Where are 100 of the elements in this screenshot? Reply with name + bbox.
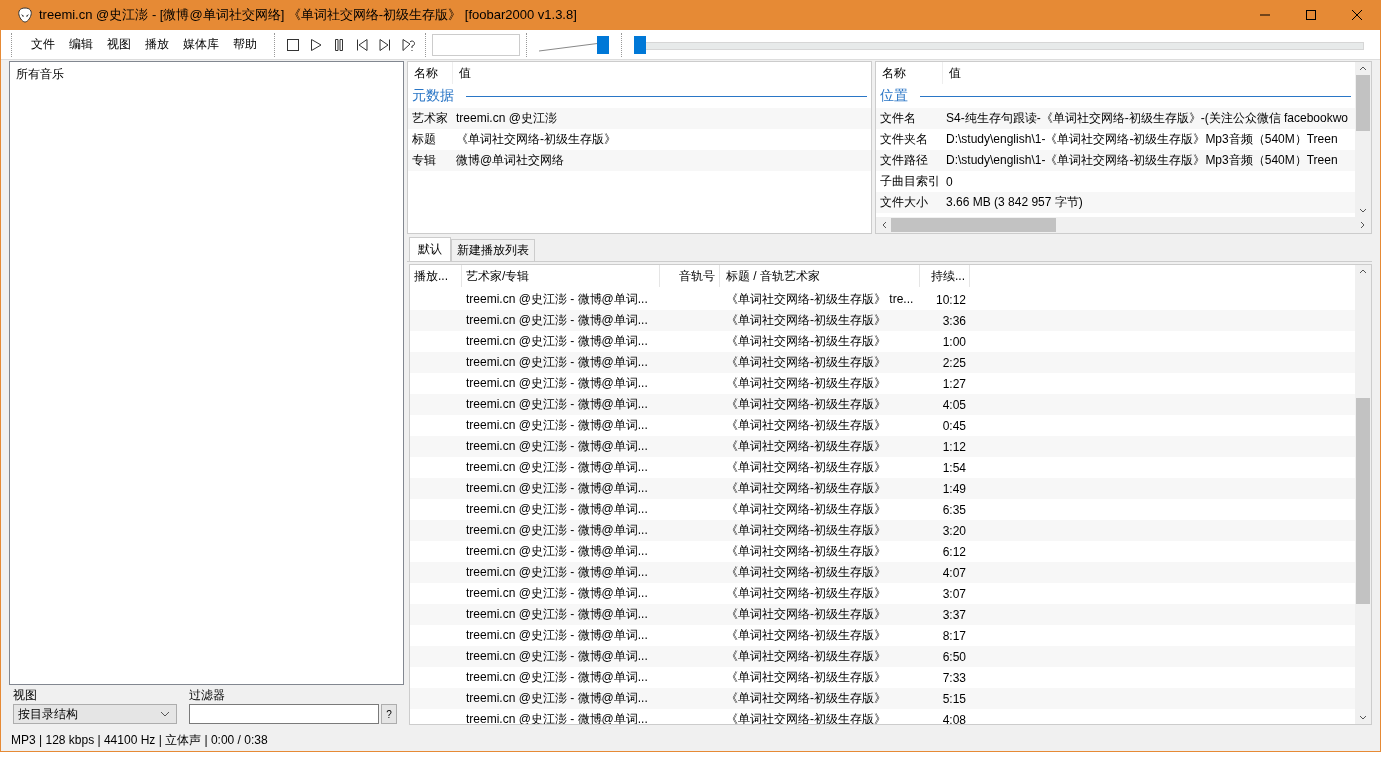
duration-cell-text: 6:12: [941, 544, 967, 559]
property-name: 文件大小: [879, 194, 929, 211]
playlist-row[interactable]: treemi.cn @史江澎 - 微博@单词... 《单词社交网络-初级生存版》 2:25: [410, 352, 1355, 373]
menu-item[interactable]: 媒体库: [176, 36, 226, 53]
scroll-down-icon[interactable]: [1359, 208, 1367, 213]
property-value: treemi.cn @史江澎: [455, 110, 557, 127]
playlist-row[interactable]: treemi.cn @史江澎 - 微博@单词... 《单词社交网络-初级生存版》 7:33: [410, 667, 1355, 688]
playlist-row[interactable]: treemi.cn @史江澎 - 微博@单词... 《单词社交网络-初级生存版》 1:00: [410, 331, 1355, 352]
close-icon: [1352, 10, 1362, 20]
menu-item[interactable]: 编辑: [62, 36, 100, 53]
artist-cell-text: treemi.cn @史江澎 - 微博@单词...: [465, 606, 649, 623]
artist-cell-text: treemi.cn @史江澎 - 微博@单词...: [465, 354, 649, 371]
title-cell-text: 《单词社交网络-初级生存版》: [725, 522, 887, 539]
title-cell-text: 《单词社交网络-初级生存版》: [725, 606, 887, 623]
playlist-row[interactable]: treemi.cn @史江澎 - 微博@单词... 《单词社交网络-初级生存版》 1:12: [410, 436, 1355, 457]
column-header[interactable]: 值: [943, 62, 961, 84]
playlist-row[interactable]: treemi.cn @史江澎 - 微博@单词... 《单词社交网络-初级生存版》 0:45: [410, 415, 1355, 436]
playlist-row[interactable]: treemi.cn @史江澎 - 微博@单词... 《单词社交网络-初级生存版》 1:49: [410, 478, 1355, 499]
column-header[interactable]: 名称: [876, 62, 943, 84]
playlist-row[interactable]: treemi.cn @史江澎 - 微博@单词... 《单词社交网络-初级生存版》 3:36: [410, 310, 1355, 331]
column-header[interactable]: 值: [453, 62, 471, 84]
artist-cell-text: treemi.cn @史江澎 - 微博@单词...: [465, 648, 649, 665]
scroll-left-icon[interactable]: [882, 221, 887, 229]
prev-icon: [354, 37, 369, 52]
duration-cell-text: 4:05: [941, 397, 967, 412]
vertical-scrollbar[interactable]: [1355, 62, 1371, 217]
duration-cell-text: 3:37: [941, 607, 967, 622]
artist-cell-text: treemi.cn @史江澎 - 微博@单词...: [465, 669, 649, 686]
column-header[interactable]: 标题 / 音轨艺术家: [720, 265, 920, 287]
property-name: 标题: [411, 131, 437, 148]
artist-cell-text: treemi.cn @史江澎 - 微博@单词...: [465, 627, 649, 644]
duration-cell-text: 5:15: [941, 691, 967, 706]
next-icon: [377, 37, 392, 52]
playlist-row[interactable]: treemi.cn @史江澎 - 微博@单词... 《单词社交网络-初级生存版》 3:37: [410, 604, 1355, 625]
title-cell-text: 《单词社交网络-初级生存版》: [725, 501, 887, 518]
playlist-row[interactable]: treemi.cn @史江澎 - 微博@单词... 《单词社交网络-初级生存版》 3:07: [410, 583, 1355, 604]
title-cell-text: 《单词社交网络-初级生存版》: [725, 480, 887, 497]
title-cell-text: 《单词社交网络-初级生存版》 tre...: [725, 291, 915, 308]
seek-slider[interactable]: [634, 35, 1364, 54]
maximize-icon: [1306, 10, 1316, 20]
view-dropdown[interactable]: 按目录结构: [13, 704, 177, 724]
duration-cell-text: 1:49: [941, 481, 967, 496]
title-cell-text: 《单词社交网络-初级生存版》: [725, 648, 887, 665]
menu-item[interactable]: 播放: [138, 36, 176, 53]
column-header[interactable]: 艺术家/专辑: [462, 265, 660, 287]
scroll-up-icon[interactable]: [1359, 269, 1367, 274]
play-icon: [308, 37, 323, 52]
column-header[interactable]: 音轨号: [660, 265, 720, 287]
column-header[interactable]: 播放...: [410, 265, 462, 287]
title-cell-text: 《单词社交网络-初级生存版》: [725, 417, 887, 434]
horizontal-scrollbar[interactable]: [876, 217, 1371, 233]
status-text: MP3 | 128 kbps | 44100 Hz | 立体声 | 0:00 / 0:38: [11, 731, 268, 749]
property-value: 3.66 MB (3 842 957 字节): [945, 194, 1083, 211]
playlist-row[interactable]: treemi.cn @史江澎 - 微博@单词... 《单词社交网络-初级生存版》 4:05: [410, 394, 1355, 415]
section-heading: 元数据: [412, 87, 454, 105]
tree-item[interactable]: 所有音乐: [16, 67, 64, 81]
artist-cell-text: treemi.cn @史江澎 - 微博@单词...: [465, 459, 649, 476]
menu-item[interactable]: 文件: [24, 36, 62, 53]
playlist-row[interactable]: treemi.cn @史江澎 - 微博@单词... 《单词社交网络-初级生存版》 6:35: [410, 499, 1355, 520]
playlist-row[interactable]: treemi.cn @史江澎 - 微博@单词... 《单词社交网络-初级生存版》 4:07: [410, 562, 1355, 583]
title-cell-text: 《单词社交网络-初级生存版》: [725, 375, 887, 392]
property-name: 文件夹名: [879, 131, 929, 148]
scroll-up-icon[interactable]: [1359, 66, 1367, 71]
title-cell-text: 《单词社交网络-初级生存版》: [725, 312, 887, 329]
property-value: 微博@单词社交网络: [455, 152, 565, 169]
playlist-row[interactable]: treemi.cn @史江澎 - 微博@单词... 《单词社交网络-初级生存版》 6:12: [410, 541, 1355, 562]
duration-cell-text: 1:12: [941, 439, 967, 454]
scroll-right-icon[interactable]: [1360, 221, 1365, 229]
playlist-row[interactable]: treemi.cn @史江澎 - 微博@单词... 《单词社交网络-初级生存版》 3:20: [410, 520, 1355, 541]
duration-cell-text: 2:25: [941, 355, 967, 370]
playlist-tab[interactable]: 默认: [409, 237, 451, 261]
title-cell-text: 《单词社交网络-初级生存版》: [725, 585, 887, 602]
title-cell-text: 《单词社交网络-初级生存版》: [725, 354, 887, 371]
duration-cell-text: 1:27: [941, 376, 967, 391]
duration-cell-text: 8:17: [941, 628, 967, 643]
duration-cell-text: 3:36: [941, 313, 967, 328]
playlist-row[interactable]: treemi.cn @史江澎 - 微博@单词... 《单词社交网络-初级生存版》 6:50: [410, 646, 1355, 667]
menu-item[interactable]: 视图: [100, 36, 138, 53]
help-button[interactable]: ?: [381, 704, 397, 724]
artist-cell-text: treemi.cn @史江澎 - 微博@单词...: [465, 291, 649, 308]
vertical-scrollbar[interactable]: [1355, 265, 1371, 724]
scroll-down-icon[interactable]: [1359, 715, 1367, 720]
title-cell-text: 《单词社交网络-初级生存版》: [725, 669, 887, 686]
filter-field[interactable]: [189, 704, 379, 724]
artist-cell-text: treemi.cn @史江澎 - 微博@单词...: [465, 333, 649, 350]
duration-cell-text: 0:45: [941, 418, 967, 433]
title-cell-text: 《单词社交网络-初级生存版》: [725, 690, 887, 707]
duration-cell-text: 3:20: [941, 523, 967, 538]
volume-slider[interactable]: [539, 35, 609, 54]
column-header[interactable]: 持续...: [920, 265, 970, 287]
playlist-row[interactable]: treemi.cn @史江澎 - 微博@单词... 《单词社交网络-初级生存版》 5:15: [410, 688, 1355, 709]
column-header[interactable]: 名称: [408, 62, 453, 84]
menu-item[interactable]: 帮助: [226, 36, 264, 53]
playlist-row[interactable]: treemi.cn @史江澎 - 微博@单词... 《单词社交网络-初级生存版》 tre... 10:12: [410, 289, 1355, 310]
chevron-down-icon: [160, 711, 170, 717]
artist-cell-text: treemi.cn @史江澎 - 微博@单词...: [465, 543, 649, 560]
playlist-row[interactable]: treemi.cn @史江澎 - 微博@单词... 《单词社交网络-初级生存版》 1:54: [410, 457, 1355, 478]
playlist-row[interactable]: treemi.cn @史江澎 - 微博@单词... 《单词社交网络-初级生存版》 1:27: [410, 373, 1355, 394]
playlist-row[interactable]: treemi.cn @史江澎 - 微博@单词... 《单词社交网络-初级生存版》 8:17: [410, 625, 1355, 646]
playlist-tab[interactable]: 新建播放列表: [451, 239, 535, 261]
